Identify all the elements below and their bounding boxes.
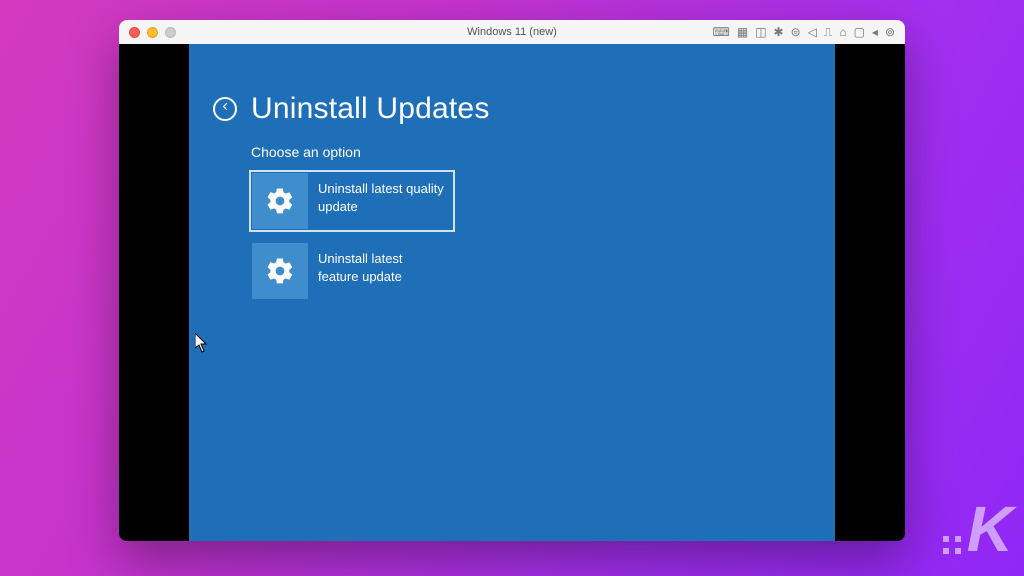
disk-icon[interactable]: ⌂ — [839, 26, 846, 38]
display-icon[interactable]: ▦ — [737, 26, 748, 38]
option-uninstall-quality-update[interactable]: Uninstall latest quality update — [251, 172, 453, 230]
option-label: Uninstall latest feature update — [308, 242, 453, 285]
camera-icon[interactable]: ▢ — [854, 26, 865, 38]
option-label: Uninstall latest quality update — [308, 172, 453, 215]
mouse-icon[interactable]: ◫ — [755, 26, 766, 38]
options-list: Uninstall latest quality update Uninstal… — [251, 172, 813, 300]
back-button[interactable] — [213, 97, 237, 121]
settings-icon[interactable]: ⊚ — [885, 26, 895, 38]
watermark-letter: K — [967, 492, 1010, 566]
option-uninstall-feature-update[interactable]: Uninstall latest feature update — [251, 242, 453, 300]
winre-screen: Uninstall Updates Choose an option Unins… — [189, 44, 835, 541]
heading-row: Uninstall Updates — [213, 92, 813, 126]
network-icon[interactable]: ⊜ — [791, 26, 801, 38]
host-vm-window: Windows 11 (new) ⌨ ▦ ◫ ✱ ⊜ ◁ ⎍ ⌂ ▢ ◂ ⊚ U… — [119, 20, 905, 541]
page-title: Uninstall Updates — [251, 92, 490, 126]
gear-icon — [252, 243, 308, 299]
macos-titlebar: Windows 11 (new) ⌨ ▦ ◫ ✱ ⊜ ◁ ⎍ ⌂ ▢ ◂ ⊚ — [119, 20, 905, 44]
page-subtitle: Choose an option — [251, 144, 813, 160]
watermark-dots-icon — [943, 536, 961, 554]
vm-tray-icons: ⌨ ▦ ◫ ✱ ⊜ ◁ ⎍ ⌂ ▢ ◂ ⊚ — [713, 26, 895, 38]
sound-icon[interactable]: ◁ — [808, 26, 817, 38]
gear-icon — [252, 173, 308, 229]
keyboard-icon[interactable]: ⌨ — [713, 26, 730, 38]
vm-viewport: Uninstall Updates Choose an option Unins… — [119, 44, 905, 541]
watermark-logo: K — [943, 492, 1010, 566]
usb-icon[interactable]: ✱ — [774, 26, 784, 38]
arrow-left-icon — [219, 100, 232, 118]
mic-icon[interactable]: ⎍ — [824, 26, 832, 38]
share-icon[interactable]: ◂ — [872, 26, 878, 38]
